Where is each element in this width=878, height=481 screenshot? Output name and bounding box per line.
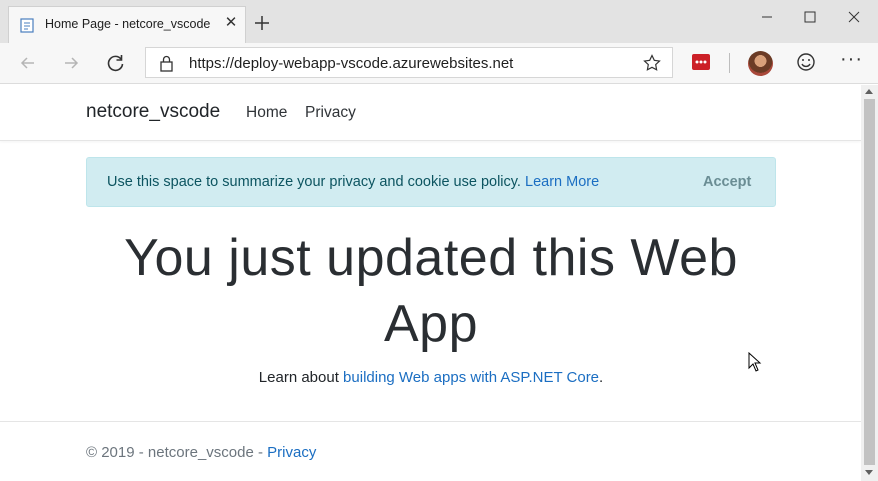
- favorite-star-icon[interactable]: [643, 54, 661, 72]
- vertical-scrollbar[interactable]: [861, 85, 878, 481]
- close-window-icon[interactable]: [843, 6, 865, 28]
- address-bar[interactable]: https://deploy-webapp-vscode.azurewebsit…: [145, 47, 673, 78]
- new-tab-icon[interactable]: [252, 13, 272, 33]
- cookie-message: Use this space to summarize your privacy…: [107, 174, 521, 190]
- nav-link-home[interactable]: Home: [246, 104, 287, 122]
- lead-suffix: .: [599, 369, 604, 386]
- tab-title: Home Page - netcore_vscode: [45, 17, 211, 31]
- footer-privacy-link[interactable]: Privacy: [267, 444, 316, 461]
- browser-toolbar: https://deploy-webapp-vscode.azurewebsit…: [0, 43, 878, 84]
- toolbar-separator: [729, 53, 730, 73]
- page-favicon-icon: [20, 18, 34, 33]
- site-brand[interactable]: netcore_vscode: [86, 101, 220, 123]
- title-bar: Home Page - netcore_vscode ✕: [0, 0, 878, 43]
- learn-more-link[interactable]: Learn More: [525, 174, 599, 190]
- page-heading: You just updated this Web App: [124, 229, 738, 353]
- cookie-text: Use this space to summarize your privacy…: [107, 174, 599, 190]
- copyright-text: © 2019 - netcore_vscode -: [86, 444, 263, 461]
- browser-tab[interactable]: Home Page - netcore_vscode ✕: [8, 6, 246, 43]
- avatar[interactable]: [748, 51, 773, 76]
- nav-link-privacy[interactable]: Privacy: [305, 104, 356, 122]
- aspnet-core-link[interactable]: building Web apps with ASP.NET Core: [343, 369, 599, 386]
- scroll-down-arrow-icon[interactable]: [865, 470, 873, 475]
- scroll-thumb[interactable]: [864, 99, 875, 465]
- minimize-icon[interactable]: [756, 6, 778, 28]
- cookie-consent-banner: Use this space to summarize your privacy…: [86, 157, 776, 207]
- page-viewport: netcore_vscode Home Privacy Use this spa…: [0, 85, 878, 481]
- footer-text: © 2019 - netcore_vscode - Privacy: [86, 444, 316, 461]
- lead-paragraph: Learn about building Web apps with ASP.N…: [86, 369, 776, 386]
- url-text[interactable]: https://deploy-webapp-vscode.azurewebsit…: [189, 55, 513, 72]
- maximize-icon[interactable]: [799, 6, 821, 28]
- extension-icon[interactable]: [692, 54, 710, 70]
- more-icon[interactable]: ···: [840, 48, 863, 71]
- scroll-up-arrow-icon[interactable]: [865, 89, 873, 94]
- forward-icon[interactable]: [61, 53, 81, 73]
- lock-icon[interactable]: [159, 55, 174, 72]
- site-navbar: netcore_vscode Home Privacy: [0, 85, 861, 141]
- close-tab-icon[interactable]: ✕: [223, 15, 239, 31]
- lead-prefix: Learn about: [258, 369, 339, 386]
- back-icon[interactable]: [18, 53, 38, 73]
- site-footer: © 2019 - netcore_vscode - Privacy: [0, 421, 861, 481]
- reload-icon[interactable]: [106, 53, 126, 73]
- mouse-cursor-icon: [748, 352, 762, 372]
- accept-button[interactable]: Accept: [703, 174, 751, 190]
- smiley-icon[interactable]: [796, 52, 816, 72]
